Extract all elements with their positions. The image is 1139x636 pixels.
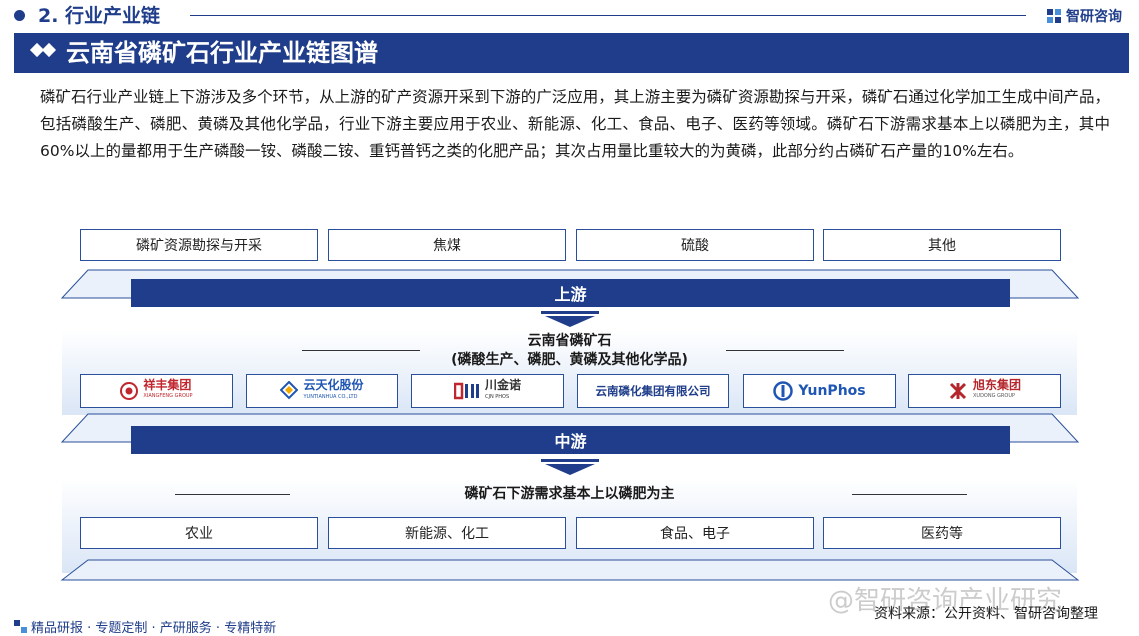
data-source: 资料来源：公开资料、智研咨询整理 — [874, 606, 1098, 622]
yunphos-emblem-icon — [773, 381, 794, 401]
downstream-item: 食品、电子 — [576, 517, 814, 549]
brand-logo: 智研咨询 — [1046, 6, 1122, 26]
brand-logo-icon — [1047, 9, 1061, 23]
company-name: 云南磷化集团有限公司 — [595, 384, 711, 398]
company-subname: XUDONG GROUP — [972, 393, 1016, 399]
company-logo-xudong: 旭东集团 XUDONG GROUP — [908, 374, 1061, 408]
company-logo-yunnan-phosphate: 云南磷化集团有限公司 — [577, 374, 729, 408]
company-name: 川金诺 — [484, 378, 521, 392]
downstream-item: 新能源、化工 — [328, 517, 566, 549]
midstream-label: 中游 — [131, 426, 1010, 454]
company-logo-yuntianhua: 云天化股份 YUNTIANHUA CO.,LTD — [246, 374, 398, 408]
section-divider — [190, 15, 1026, 16]
company-subname: XIANGFENG GROUP — [143, 393, 193, 399]
diamond-icon — [41, 42, 57, 58]
brand-logo-text: 智研咨询 — [1066, 9, 1122, 25]
yuntianhua-emblem-icon — [280, 381, 299, 400]
xudong-emblem-icon — [949, 382, 967, 400]
upstream-item: 磷矿资源勘探与开采 — [80, 229, 318, 261]
down-arrow-icon — [541, 311, 599, 327]
intro-paragraph: 磷矿石行业产业链上下游涉及多个环节，从上游的矿产资源开采到下游的广泛应用，其上游… — [40, 88, 1110, 160]
cjn-emblem-icon — [453, 382, 479, 400]
brand-mini-icon — [14, 620, 27, 633]
downstream-item: 农业 — [80, 517, 318, 549]
company-name: 祥丰集团 — [143, 378, 192, 392]
upstream-item: 其他 — [823, 229, 1061, 261]
footer-slogan-text: 精品研报 · 专题定制 · 产研服务 · 专精特新 — [31, 621, 277, 636]
company-logo-chuanjinnuo: 川金诺 CJN PHOS — [411, 374, 564, 408]
xiangfeng-emblem-icon — [120, 382, 139, 400]
upstream-label: 上游 — [131, 279, 1010, 307]
downstream-title: 磷矿石下游需求基本上以磷肥为主 — [464, 486, 675, 502]
section-title: 2. 行业产业链 — [38, 5, 161, 27]
company-name: YunPhos — [798, 383, 866, 399]
downstream-item: 医药等 — [823, 517, 1061, 549]
company-name: 旭东集团 — [972, 378, 1021, 392]
company-subname: YUNTIANHUA CO.,LTD — [303, 394, 358, 400]
upstream-item: 硫酸 — [576, 229, 814, 261]
page-title: 云南省磷矿石行业产业链图谱 — [66, 39, 378, 67]
midstream-subtitle: (磷酸生产、磷肥、黄磷及其他化学品) — [451, 352, 688, 368]
company-subname: CJN PHOS — [484, 394, 510, 400]
upstream-item: 焦煤 — [328, 229, 566, 261]
midstream-title: 云南省磷矿石 — [527, 333, 612, 349]
company-name: 云天化股份 — [303, 378, 364, 392]
footer-slogan: 精品研报 · 专题定制 · 产研服务 · 专精特新 — [14, 617, 276, 636]
section-bullet — [14, 10, 25, 21]
down-arrow-icon — [541, 459, 599, 475]
company-logo-xiangfeng: 祥丰集团 XIANGFENG GROUP — [80, 374, 233, 408]
title-banner: 云南省磷矿石行业产业链图谱 — [14, 33, 1129, 73]
downstream-platform — [60, 559, 1080, 581]
company-logo-yunphos: YunPhos — [743, 374, 896, 408]
